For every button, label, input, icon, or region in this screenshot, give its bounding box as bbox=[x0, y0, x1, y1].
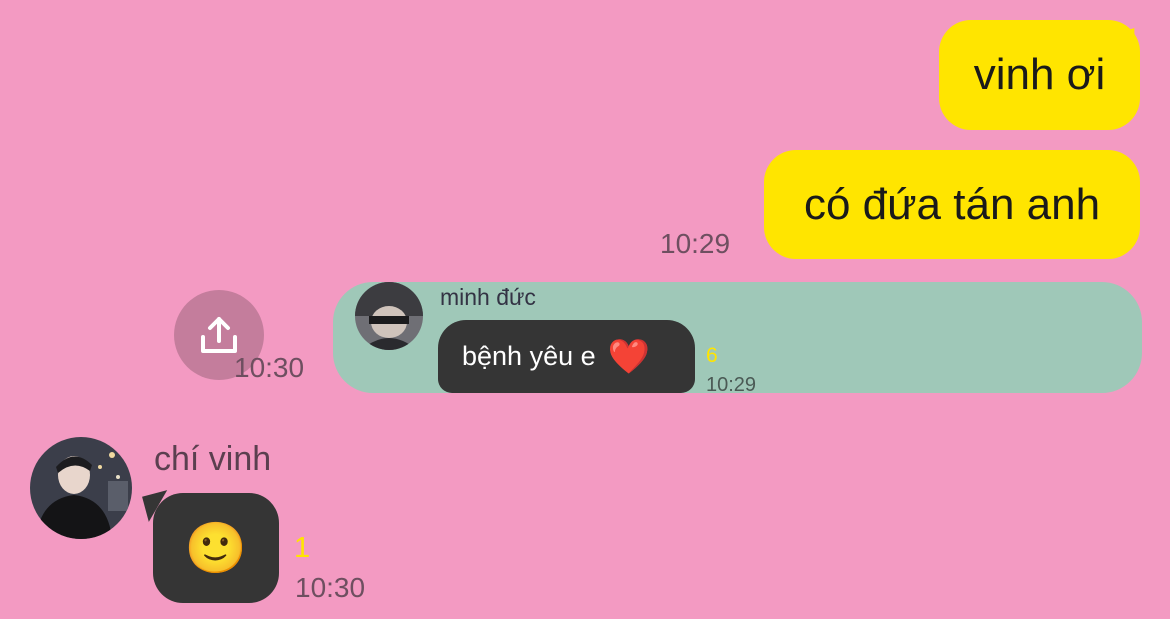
share-time: 10:30 bbox=[234, 352, 305, 383]
message-time: 10:29 bbox=[660, 228, 731, 259]
message-text: có đứa tán anh bbox=[803, 179, 1101, 229]
message-text: vinh ơi bbox=[973, 50, 1106, 99]
upload-share-icon bbox=[201, 317, 237, 353]
avatar bbox=[355, 282, 423, 350]
message-time: 10:30 bbox=[295, 572, 366, 603]
shared-sender-name: minh đức bbox=[440, 284, 536, 310]
message-time: 10:29 bbox=[706, 374, 757, 396]
avatar[interactable] bbox=[30, 437, 132, 539]
heart-emoji: ❤️ bbox=[607, 337, 650, 376]
sender-name: chí vinh bbox=[154, 440, 272, 478]
outgoing-message-bubble[interactable]: có đứa tán anh bbox=[764, 150, 1140, 259]
shared-message-card[interactable]: minh đức bệnh yêu e ❤️ 6 10:29 bbox=[333, 282, 1142, 396]
unread-count: 1 bbox=[294, 532, 311, 564]
unread-count: 6 bbox=[706, 344, 718, 367]
incoming-message-bubble[interactable]: 🙂 bbox=[153, 493, 279, 603]
outgoing-message-bubble[interactable]: vinh ơi bbox=[939, 20, 1140, 130]
message-text: bệnh yêu e bbox=[462, 341, 596, 371]
smile-emoji: 🙂 bbox=[184, 519, 248, 576]
shared-message-bubble[interactable]: bệnh yêu e ❤️ bbox=[438, 320, 695, 393]
